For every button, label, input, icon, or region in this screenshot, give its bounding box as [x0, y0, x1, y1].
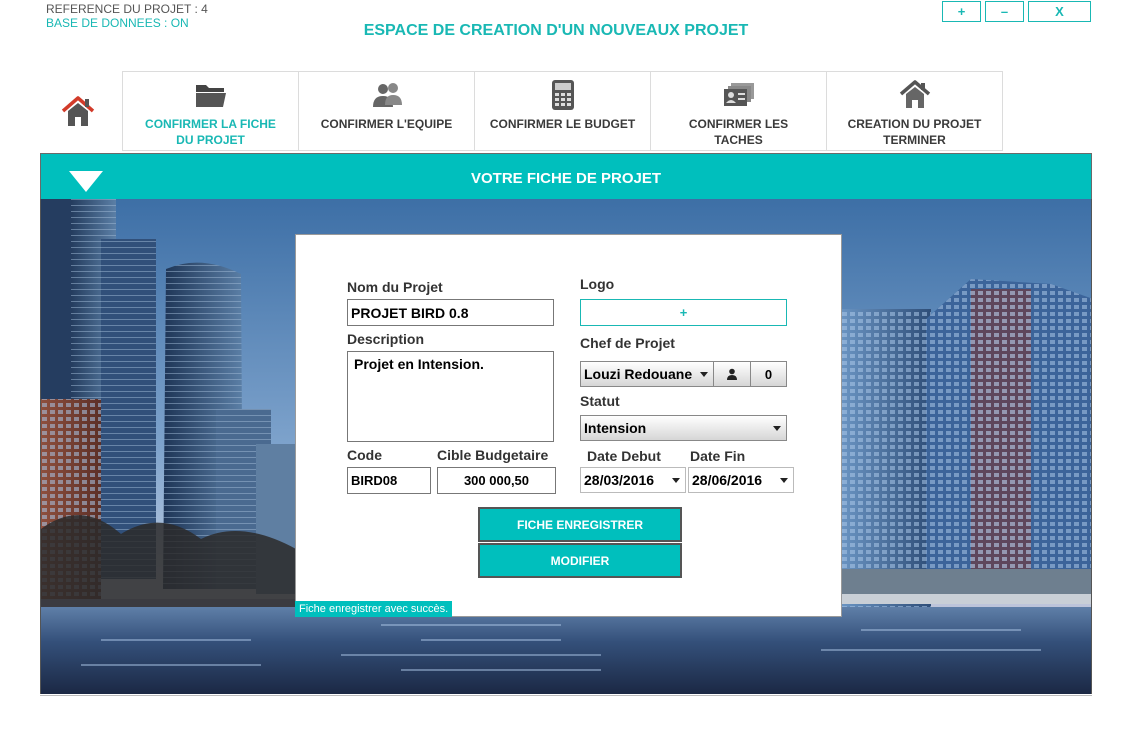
chef-select-value: Louzi Redouane: [584, 366, 693, 382]
tab-fiche-projet[interactable]: CONFIRMER LA FICHE DU PROJET: [122, 71, 299, 151]
folder-icon: [194, 78, 228, 112]
id-cards-icon: [722, 78, 756, 112]
name-label: Nom du Projet: [347, 279, 443, 295]
tab-budget[interactable]: CONFIRMER LE BUDGET: [474, 71, 651, 151]
minimize-button[interactable]: –: [985, 1, 1024, 22]
panel-header: VOTRE FICHE DE PROJET: [40, 153, 1092, 199]
add-window-button[interactable]: +: [942, 1, 981, 22]
save-fiche-button[interactable]: FICHE ENREGISTRER: [478, 507, 682, 542]
tab-label: CONFIRMER LA FICHE DU PROJET: [145, 117, 276, 147]
chevron-down-icon: [773, 426, 781, 431]
tab-creation-terminer[interactable]: CREATION DU PROJET TERMINER: [826, 71, 1003, 151]
tab-label: CONFIRMER L'EQUIPE: [320, 117, 453, 131]
tab-label: CREATION DU PROJET TERMINER: [847, 117, 982, 147]
description-textarea[interactable]: Projet en Intension.: [347, 351, 554, 442]
project-name-input[interactable]: PROJET BIRD 0.8: [347, 299, 554, 326]
date-fin-label: Date Fin: [690, 448, 746, 464]
tab-equipe[interactable]: CONFIRMER L'EQUIPE: [298, 71, 475, 151]
team-icon: [370, 78, 404, 112]
date-fin-value: 28/06/2016: [692, 472, 763, 488]
statut-label: Statut: [580, 393, 620, 409]
date-debut-label: Date Debut: [587, 448, 661, 464]
date-debut-picker[interactable]: 28/03/2016: [580, 467, 686, 493]
add-logo-button[interactable]: +: [580, 299, 787, 326]
home-icon[interactable]: [60, 94, 96, 130]
panel-title: VOTRE FICHE DE PROJET: [470, 170, 662, 187]
logo-label: Logo: [580, 276, 615, 292]
budget-label: Cible Budgetaire: [437, 447, 549, 463]
user-icon[interactable]: [713, 361, 751, 387]
status-message: Fiche enregistrer avec succès.: [295, 601, 453, 617]
statut-select-value: Intension: [584, 420, 647, 436]
calculator-icon: [550, 78, 576, 112]
tab-label: CONFIRMER LES TACHES: [688, 117, 789, 147]
page-title: ESPACE DE CREATION D'UN NOUVEAUX PROJET: [363, 22, 749, 39]
chevron-down-icon: [780, 478, 788, 483]
code-input[interactable]: BIRD08: [347, 467, 431, 494]
chevron-down-icon: [700, 372, 708, 377]
description-label: Description: [347, 331, 425, 347]
panel-bottom-border: [40, 695, 1092, 696]
modify-button[interactable]: MODIFIER: [478, 543, 682, 578]
date-fin-picker[interactable]: 28/06/2016: [688, 467, 794, 493]
close-button[interactable]: X: [1028, 1, 1091, 22]
date-debut-value: 28/03/2016: [584, 472, 655, 488]
tab-taches[interactable]: CONFIRMER LES TACHES: [650, 71, 827, 151]
chef-select[interactable]: Louzi Redouane: [580, 361, 714, 387]
tab-label: CONFIRMER LE BUDGET: [489, 117, 636, 131]
chevron-down-icon: [672, 478, 680, 483]
budget-input[interactable]: 300 000,50: [437, 467, 556, 494]
code-label: Code: [347, 447, 382, 463]
wizard-tabs: CONFIRMER LA FICHE DU PROJET CONFIRMER L…: [122, 71, 1003, 151]
statut-select[interactable]: Intension: [580, 415, 787, 441]
project-reference: REFERENCE DU PROJET : 4: [46, 2, 208, 16]
chef-count: 0: [750, 361, 787, 387]
home-icon: [898, 78, 932, 112]
chef-label: Chef de Projet: [580, 335, 675, 351]
